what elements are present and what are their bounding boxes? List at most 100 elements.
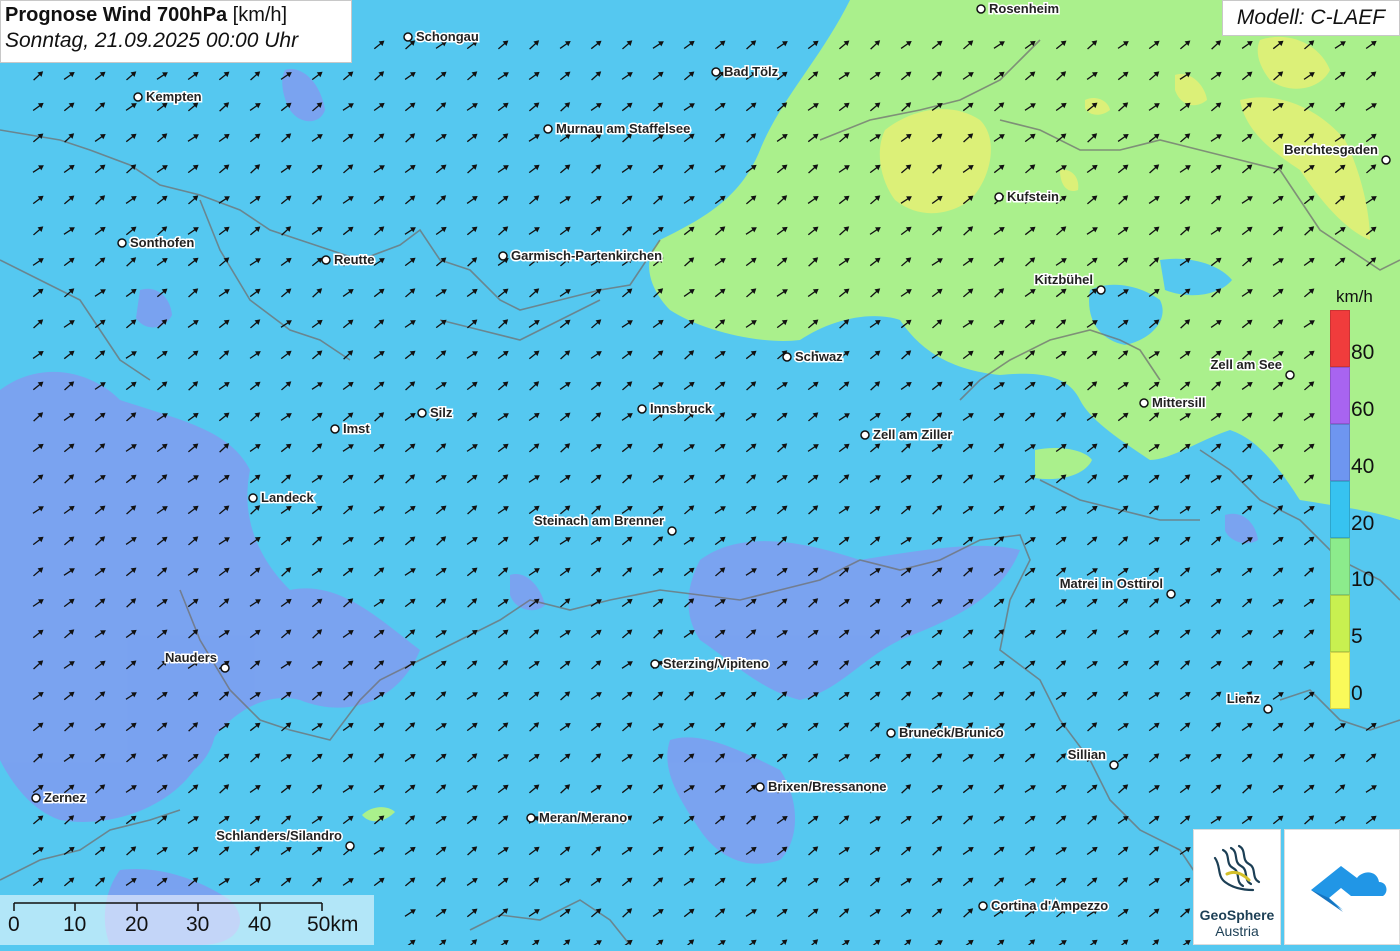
city-marker: Zell am Ziller <box>860 426 954 444</box>
legend-tick: 10 <box>1351 568 1375 591</box>
scale-tick: 40 <box>248 913 272 936</box>
city-marker: Innsbruck <box>637 400 714 418</box>
city-dot <box>886 728 896 738</box>
legend-unit: km/h <box>1336 287 1373 306</box>
city-dot <box>526 813 536 823</box>
city-dot <box>1263 704 1273 714</box>
city-label: Sillian <box>1068 747 1106 762</box>
city-dot <box>1096 285 1106 295</box>
scale-tick: 50km <box>307 913 359 936</box>
city-marker: Brixen/Bressanone <box>755 778 888 796</box>
city-dot <box>1285 370 1295 380</box>
city-label: Silz <box>430 405 453 420</box>
city-marker: Schongau <box>403 28 480 46</box>
scale-tick: 0 <box>8 913 20 936</box>
city-dot <box>117 238 127 248</box>
city-marker: Meran/Merano <box>526 809 629 827</box>
city-dot <box>650 659 660 669</box>
city-dot <box>321 255 331 265</box>
city-dot <box>860 430 870 440</box>
city-label: Schongau <box>416 29 479 44</box>
city-label: Cortina d'Ampezzo <box>991 898 1108 913</box>
legend-band-20 <box>1330 481 1350 538</box>
city-dot <box>417 408 427 418</box>
city-dot <box>403 32 413 42</box>
city-label: Kufstein <box>1007 189 1059 204</box>
scale-tick: 10 <box>63 913 87 936</box>
legend-bar <box>1330 310 1350 709</box>
legend-band-5 <box>1330 595 1350 652</box>
city-dot <box>755 782 765 792</box>
map-title-main: Prognose Wind 700hPa <box>5 4 228 26</box>
wind-map[interactable]: Rosenheim Schongau Bad Tölz Kempten Murnau a… <box>0 0 1400 945</box>
geosphere-name: GeoSphere <box>1199 907 1275 923</box>
city-label: Innsbruck <box>650 401 713 416</box>
city-dot <box>248 493 258 503</box>
city-label: Steinach am Brenner <box>534 513 664 528</box>
legend-tick: 60 <box>1351 398 1375 421</box>
city-dot <box>782 352 792 362</box>
map-subtitle: Sonntag, 21.09.2025 00:00 Uhr <box>5 29 299 52</box>
city-label: Murnau am Staffelsee <box>556 121 690 136</box>
city-label: Kitzbühel <box>1035 272 1094 287</box>
scale-tick: 20 <box>125 913 149 936</box>
city-label: Schlanders/Silandro <box>216 828 342 843</box>
city-label: Landeck <box>261 490 315 505</box>
city-label: Zell am Ziller <box>873 427 952 442</box>
city-label: Mittersill <box>1152 395 1205 410</box>
city-marker: Sterzing/Vipiteno <box>650 655 770 673</box>
city-marker: Garmisch-Partenkirchen <box>498 247 664 265</box>
color-legend: km/h 80 60 40 20 10 5 0 <box>1330 283 1388 713</box>
geosphere-emblem-icon <box>1213 844 1261 892</box>
city-dot <box>31 793 41 803</box>
city-label: Rosenheim <box>989 1 1059 16</box>
cloud-logo[interactable] <box>1284 829 1400 945</box>
city-label: Brixen/Bressanone <box>768 779 887 794</box>
legend-tick: 5 <box>1351 625 1363 648</box>
city-dot <box>1109 760 1119 770</box>
legend-band-60 <box>1330 367 1350 424</box>
city-dot <box>978 901 988 911</box>
city-dot <box>1166 589 1176 599</box>
city-label: Kempten <box>146 89 202 104</box>
city-label: Reutte <box>334 252 374 267</box>
geosphere-subtitle: Austria <box>1215 923 1259 939</box>
city-dot <box>133 92 143 102</box>
city-label: Nauders <box>165 650 217 665</box>
legend-tick: 20 <box>1351 512 1375 535</box>
legend-tick: 40 <box>1351 455 1375 478</box>
city-dot <box>1381 155 1391 165</box>
city-label: Imst <box>343 421 370 436</box>
city-dot <box>345 841 355 851</box>
scale-bar: 0 10 20 30 40 50km <box>0 895 374 945</box>
city-dot <box>1139 398 1149 408</box>
city-label: Meran/Merano <box>539 810 627 825</box>
city-marker: Bruneck/Brunico <box>886 724 1005 742</box>
city-dot <box>498 251 508 261</box>
city-label: Schwaz <box>795 349 843 364</box>
city-dot <box>667 526 677 536</box>
city-marker: Cortina d'Ampezzo <box>978 897 1110 915</box>
city-label: Zell am See <box>1210 357 1282 372</box>
city-label: Lienz <box>1227 691 1261 706</box>
city-marker: Rosenheim <box>976 0 1061 18</box>
city-dot <box>994 192 1004 202</box>
city-label: Garmisch-Partenkirchen <box>511 248 662 263</box>
geosphere-logo[interactable]: GeoSphere Austria <box>1193 829 1281 945</box>
model-label: Modell: C-LAEF <box>1222 0 1400 36</box>
city-dot <box>711 67 721 77</box>
city-dot <box>543 124 553 134</box>
legend-band-80 <box>1330 310 1350 367</box>
city-label: Sonthofen <box>130 235 194 250</box>
scale-tick: 30 <box>186 913 210 936</box>
city-dot <box>220 663 230 673</box>
city-dot <box>637 404 647 414</box>
map-title: Prognose Wind 700hPa [km/h] <box>5 4 351 27</box>
legend-band-40 <box>1330 424 1350 481</box>
city-marker: Murnau am Staffelsee <box>543 120 692 138</box>
city-label: Berchtesgaden <box>1284 142 1378 157</box>
city-label: Matrei in Osttirol <box>1060 576 1163 591</box>
city-label: Sterzing/Vipiteno <box>663 656 769 671</box>
legend-tick: 80 <box>1351 341 1375 364</box>
cloud-house-icon <box>1311 866 1387 912</box>
